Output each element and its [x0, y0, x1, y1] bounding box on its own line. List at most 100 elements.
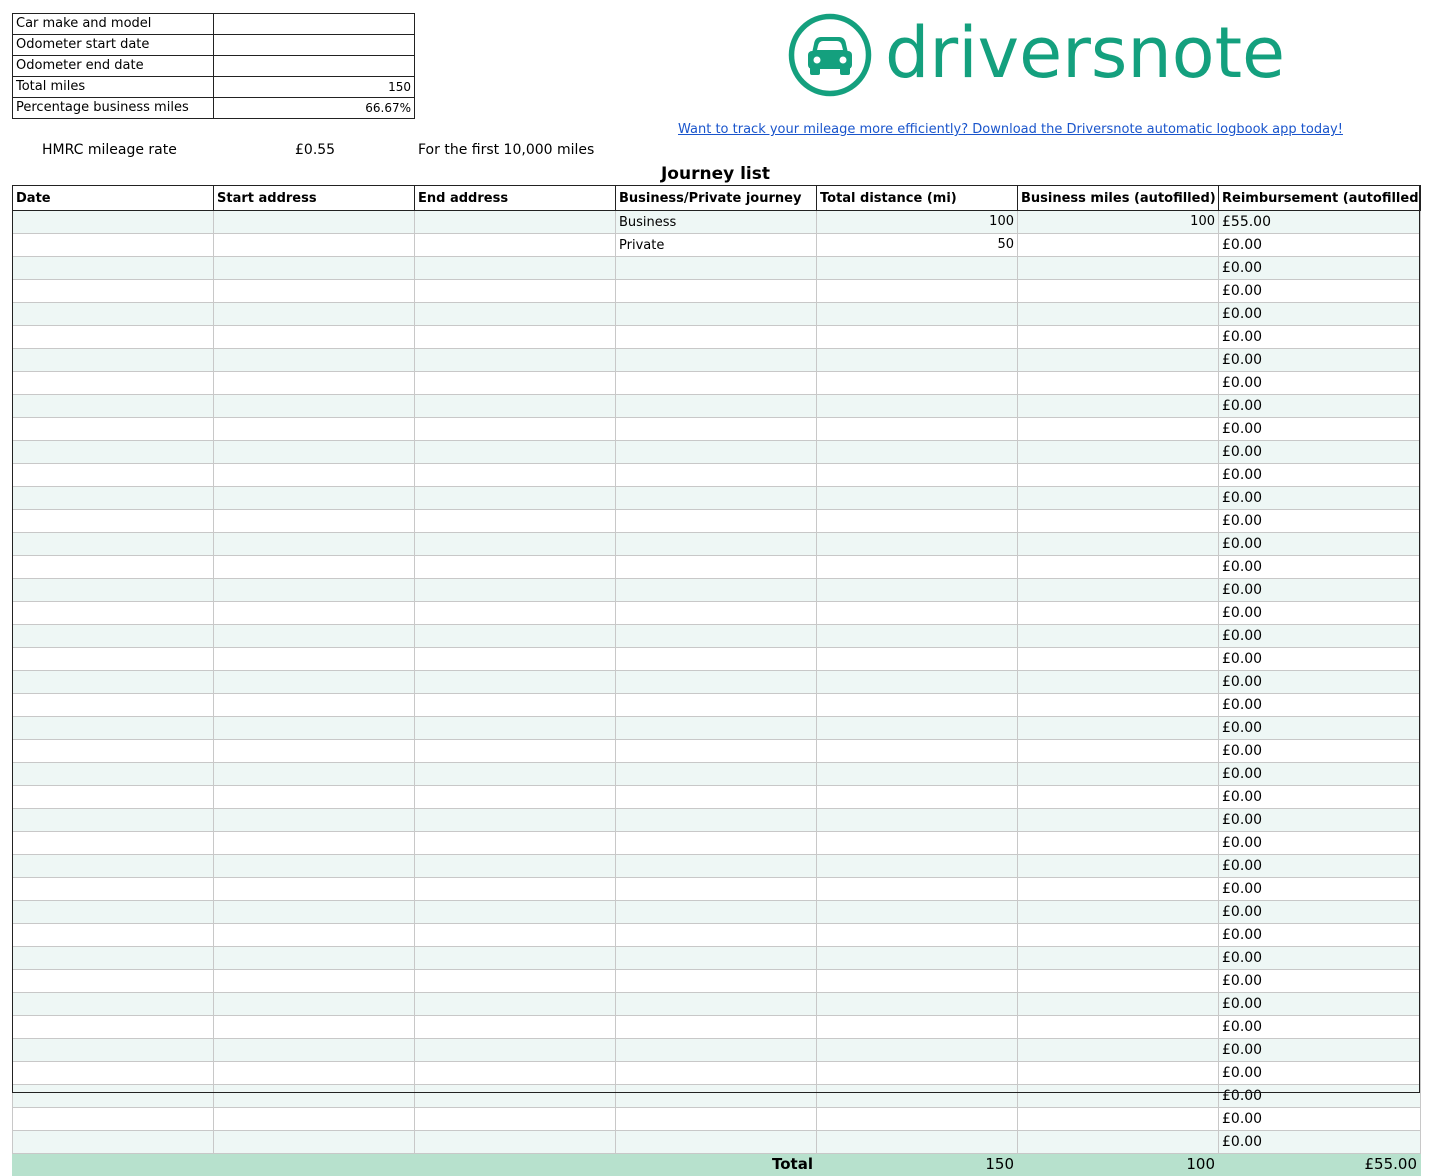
- start-address-cell[interactable]: [213, 532, 415, 556]
- end-address-cell[interactable]: [414, 647, 616, 671]
- business-miles-cell[interactable]: [1017, 348, 1219, 372]
- date-cell[interactable]: [12, 716, 214, 740]
- journey-type-cell[interactable]: [615, 969, 817, 993]
- journey-type-cell[interactable]: Business: [615, 210, 817, 234]
- journey-type-cell[interactable]: [615, 440, 817, 464]
- start-address-cell[interactable]: [213, 256, 415, 280]
- start-address-cell[interactable]: [213, 785, 415, 809]
- date-cell[interactable]: [12, 969, 214, 993]
- date-cell[interactable]: [12, 877, 214, 901]
- distance-cell[interactable]: [816, 992, 1018, 1016]
- date-cell[interactable]: [12, 394, 214, 418]
- business-miles-cell[interactable]: 100: [1017, 210, 1219, 234]
- business-miles-cell[interactable]: [1017, 1084, 1219, 1108]
- vehicle-info-value[interactable]: [213, 34, 415, 56]
- business-miles-cell[interactable]: [1017, 854, 1219, 878]
- end-address-cell[interactable]: [414, 302, 616, 326]
- business-miles-cell[interactable]: [1017, 808, 1219, 832]
- reimbursement-cell[interactable]: £55.00: [1218, 210, 1421, 234]
- business-miles-cell[interactable]: [1017, 417, 1219, 441]
- end-address-cell[interactable]: [414, 1130, 616, 1154]
- date-cell[interactable]: [12, 325, 214, 349]
- distance-cell[interactable]: 100: [816, 210, 1018, 234]
- distance-cell[interactable]: [816, 1084, 1018, 1108]
- mileage-rate-value[interactable]: £0.55: [295, 142, 335, 158]
- end-address-cell[interactable]: [414, 762, 616, 786]
- date-cell[interactable]: [12, 831, 214, 855]
- journey-type-cell[interactable]: [615, 670, 817, 694]
- reimbursement-cell[interactable]: £0.00: [1218, 325, 1421, 349]
- business-miles-cell[interactable]: [1017, 762, 1219, 786]
- start-address-cell[interactable]: [213, 440, 415, 464]
- start-address-cell[interactable]: [213, 486, 415, 510]
- start-address-cell[interactable]: [213, 233, 415, 257]
- journey-type-cell[interactable]: [615, 946, 817, 970]
- distance-cell[interactable]: [816, 302, 1018, 326]
- distance-cell[interactable]: [816, 1061, 1018, 1085]
- distance-cell[interactable]: [816, 417, 1018, 441]
- distance-cell[interactable]: [816, 440, 1018, 464]
- column-header-end-address[interactable]: End address: [414, 185, 616, 211]
- reimbursement-cell[interactable]: £0.00: [1218, 992, 1421, 1016]
- distance-cell[interactable]: [816, 624, 1018, 648]
- reimbursement-cell[interactable]: £0.00: [1218, 739, 1421, 763]
- journey-type-cell[interactable]: [615, 279, 817, 303]
- date-cell[interactable]: [12, 1107, 214, 1131]
- end-address-cell[interactable]: [414, 486, 616, 510]
- reimbursement-cell[interactable]: £0.00: [1218, 279, 1421, 303]
- end-address-cell[interactable]: [414, 279, 616, 303]
- distance-cell[interactable]: [816, 532, 1018, 556]
- journey-type-cell[interactable]: [615, 739, 817, 763]
- start-address-cell[interactable]: [213, 647, 415, 671]
- date-cell[interactable]: [12, 739, 214, 763]
- end-address-cell[interactable]: [414, 693, 616, 717]
- reimbursement-cell[interactable]: £0.00: [1218, 831, 1421, 855]
- date-cell[interactable]: [12, 233, 214, 257]
- reimbursement-cell[interactable]: £0.00: [1218, 486, 1421, 510]
- start-address-cell[interactable]: [213, 601, 415, 625]
- distance-cell[interactable]: [816, 785, 1018, 809]
- end-address-cell[interactable]: [414, 532, 616, 556]
- end-address-cell[interactable]: [414, 992, 616, 1016]
- business-miles-cell[interactable]: [1017, 1038, 1219, 1062]
- start-address-cell[interactable]: [213, 762, 415, 786]
- start-address-cell[interactable]: [213, 969, 415, 993]
- end-address-cell[interactable]: [414, 624, 616, 648]
- reimbursement-cell[interactable]: £0.00: [1218, 532, 1421, 556]
- business-miles-cell[interactable]: [1017, 371, 1219, 395]
- date-cell[interactable]: [12, 601, 214, 625]
- distance-cell[interactable]: [816, 808, 1018, 832]
- date-cell[interactable]: [12, 555, 214, 579]
- reimbursement-cell[interactable]: £0.00: [1218, 900, 1421, 924]
- download-app-link[interactable]: Want to track your mileage more efficien…: [678, 122, 1343, 137]
- reimbursement-cell[interactable]: £0.00: [1218, 440, 1421, 464]
- business-miles-cell[interactable]: [1017, 624, 1219, 648]
- column-header-reimbursement[interactable]: Reimbursement (autofilled): [1218, 185, 1421, 211]
- distance-cell[interactable]: [816, 693, 1018, 717]
- business-miles-cell[interactable]: [1017, 693, 1219, 717]
- date-cell[interactable]: [12, 578, 214, 602]
- date-cell[interactable]: [12, 1130, 214, 1154]
- start-address-cell[interactable]: [213, 693, 415, 717]
- end-address-cell[interactable]: [414, 555, 616, 579]
- journey-type-cell[interactable]: [615, 509, 817, 533]
- reimbursement-cell[interactable]: £0.00: [1218, 969, 1421, 993]
- distance-cell[interactable]: [816, 877, 1018, 901]
- distance-cell[interactable]: [816, 394, 1018, 418]
- start-address-cell[interactable]: [213, 670, 415, 694]
- end-address-cell[interactable]: [414, 716, 616, 740]
- reimbursement-cell[interactable]: £0.00: [1218, 302, 1421, 326]
- distance-cell[interactable]: [816, 647, 1018, 671]
- end-address-cell[interactable]: [414, 325, 616, 349]
- start-address-cell[interactable]: [213, 900, 415, 924]
- business-miles-cell[interactable]: [1017, 992, 1219, 1016]
- business-miles-cell[interactable]: [1017, 923, 1219, 947]
- journey-type-cell[interactable]: [615, 555, 817, 579]
- end-address-cell[interactable]: [414, 601, 616, 625]
- reimbursement-cell[interactable]: £0.00: [1218, 348, 1421, 372]
- distance-cell[interactable]: [816, 716, 1018, 740]
- journey-type-cell[interactable]: [615, 578, 817, 602]
- start-address-cell[interactable]: [213, 624, 415, 648]
- distance-cell[interactable]: [816, 371, 1018, 395]
- business-miles-cell[interactable]: [1017, 325, 1219, 349]
